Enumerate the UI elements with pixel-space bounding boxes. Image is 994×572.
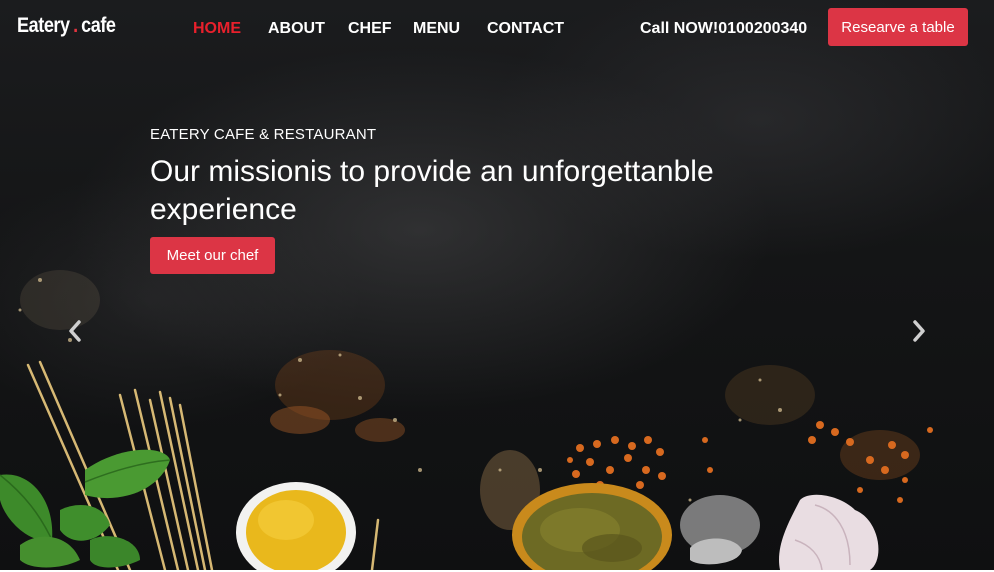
call-now-text: Call NOW!0100200340 xyxy=(640,20,808,37)
logo-text-cafe: cafe xyxy=(81,14,116,37)
meet-our-chef-button[interactable]: Meet our chef xyxy=(150,237,275,274)
chevron-left-icon xyxy=(69,320,81,342)
brand-logo[interactable]: Eatery. cafe xyxy=(17,14,116,38)
chevron-right-icon xyxy=(913,320,925,342)
hero-slide: Eatery. cafe HOME ABOUT CHEF MENU CONTACT… xyxy=(0,0,994,570)
carousel-next-button[interactable] xyxy=(907,318,931,344)
nav-chef[interactable]: CHEF xyxy=(348,20,392,38)
nav-about[interactable]: ABOUT xyxy=(268,20,325,38)
hero-subtitle: EATERY CAFE & RESTAURANT xyxy=(150,126,377,143)
hero-headline: Our missionis to provide an unforgettanb… xyxy=(150,155,714,226)
logo-dot: . xyxy=(73,14,78,37)
reserve-table-button[interactable]: Researve a table xyxy=(828,8,968,46)
carousel-prev-button[interactable] xyxy=(63,318,87,344)
hero-background-image xyxy=(0,270,933,570)
logo-text-eatery: Eatery xyxy=(17,14,70,37)
nav-home[interactable]: HOME xyxy=(193,20,241,38)
nav-menu[interactable]: MENU xyxy=(413,20,460,38)
nav-contact[interactable]: CONTACT xyxy=(487,20,564,38)
